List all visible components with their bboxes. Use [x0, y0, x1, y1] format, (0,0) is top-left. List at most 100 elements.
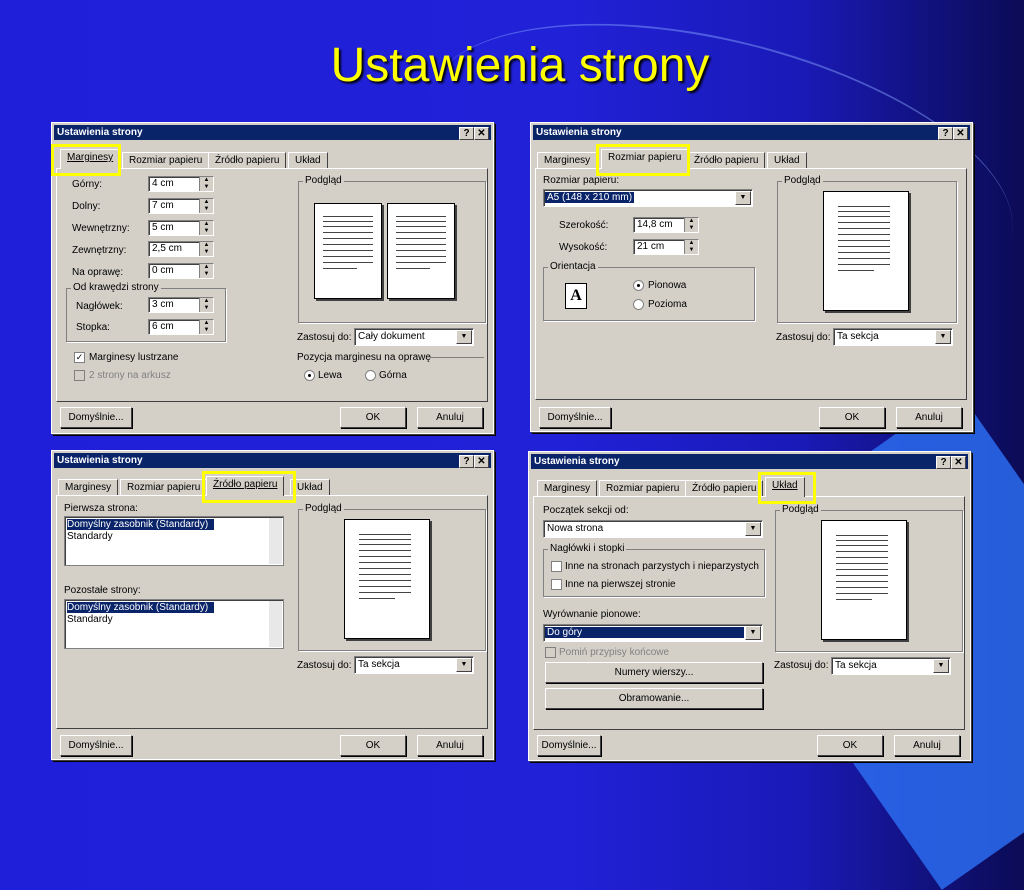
ok-button[interactable]: OK [817, 735, 883, 756]
first-page-label: Inne na pierwszej stronie [565, 579, 676, 590]
odd-even-checkbox[interactable] [551, 561, 562, 572]
dropdown-arrow-icon[interactable]: ▼ [456, 330, 472, 344]
outer-margin-spinner[interactable]: 2,5 cm ▲ ▼ [148, 241, 214, 257]
dropdown-arrow-icon[interactable]: ▼ [745, 626, 761, 640]
tab-layout[interactable]: Układ [767, 152, 807, 169]
default-button[interactable]: Domyślnie... [60, 407, 132, 428]
ok-button[interactable]: OK [340, 735, 406, 756]
default-button[interactable]: Domyślnie... [537, 735, 601, 756]
spinner-arrows-icon[interactable]: ▲ ▼ [199, 264, 213, 278]
tab-paper-size[interactable]: Rozmiar papieru [599, 480, 687, 497]
apply-to-label: Zastosuj do: [297, 660, 352, 671]
first-page-list[interactable]: Domyślny zasobnik (Standardy) Standardy [64, 516, 284, 566]
close-button[interactable]: ✕ [951, 456, 966, 469]
apply-to-combo[interactable]: Ta sekcja ▼ [831, 657, 951, 675]
help-button[interactable]: ? [936, 456, 951, 469]
height-label: Wysokość: [559, 242, 608, 253]
default-button[interactable]: Domyślnie... [60, 735, 132, 756]
apply-to-combo[interactable]: Cały dokument ▼ [354, 328, 474, 346]
width-spinner[interactable]: 14,8 cm ▲ ▼ [633, 217, 699, 233]
gutter-left-radio[interactable] [304, 370, 315, 381]
apply-to-combo[interactable]: Ta sekcja ▼ [833, 328, 953, 346]
dialog-title: Ustawienia strony [536, 127, 622, 138]
slide-title: Ustawienia strony [330, 39, 710, 92]
preview-page [823, 191, 909, 311]
line-numbers-button[interactable]: Numery wierszy... [545, 662, 763, 683]
gutter-left-label: Lewa [318, 370, 342, 381]
top-margin-spinner[interactable]: 4 cm ▲ ▼ [148, 176, 214, 192]
separator [430, 357, 484, 358]
orientation-icon: A [565, 283, 587, 309]
help-button[interactable]: ? [459, 127, 474, 140]
spinner-arrows-icon[interactable]: ▲ ▼ [684, 240, 698, 254]
help-button[interactable]: ? [938, 127, 953, 140]
dropdown-arrow-icon[interactable]: ▼ [933, 659, 949, 673]
help-button[interactable]: ? [459, 455, 474, 468]
cancel-button[interactable]: Anuluj [417, 735, 483, 756]
spinner-arrows-icon[interactable]: ▲ ▼ [199, 221, 213, 235]
dropdown-arrow-icon[interactable]: ▼ [935, 330, 951, 344]
dropdown-arrow-icon[interactable]: ▼ [745, 522, 761, 536]
spinner-arrows-icon[interactable]: ▲ ▼ [199, 177, 213, 191]
bottom-margin-spinner[interactable]: 7 cm ▲ ▼ [148, 198, 214, 214]
ok-button[interactable]: OK [340, 407, 406, 428]
list-item[interactable]: Standardy [67, 531, 113, 542]
list-item[interactable]: Domyślny zasobnik (Standardy) [67, 519, 215, 530]
spinner-arrows-icon[interactable]: ▲ ▼ [199, 320, 213, 334]
close-button[interactable]: ✕ [474, 455, 489, 468]
footer-spinner[interactable]: 6 cm ▲ ▼ [148, 319, 214, 335]
cancel-button[interactable]: Anuluj [417, 407, 483, 428]
mirror-margins-label: Marginesy lustrzane [89, 352, 179, 363]
two-pages-checkbox [74, 370, 85, 381]
spinner-arrows-icon[interactable]: ▲ ▼ [199, 199, 213, 213]
spinner-arrows-icon[interactable]: ▲ ▼ [684, 218, 698, 232]
apply-to-combo[interactable]: Ta sekcja ▼ [354, 656, 474, 674]
header-spinner[interactable]: 3 cm ▲ ▼ [148, 297, 214, 313]
dialog-titlebar: Ustawienia strony ? ✕ [531, 454, 968, 469]
tab-paper-source[interactable]: Źródło papieru [687, 152, 766, 169]
cancel-button[interactable]: Anuluj [894, 735, 960, 756]
borders-button[interactable]: Obramowanie... [545, 688, 763, 709]
close-button[interactable]: ✕ [474, 127, 489, 140]
tab-margins[interactable]: Marginesy [537, 152, 598, 169]
tab-margins[interactable]: Marginesy [537, 480, 598, 497]
dropdown-arrow-icon[interactable]: ▼ [456, 658, 472, 672]
portrait-radio[interactable] [633, 280, 644, 291]
mirror-margins-checkbox[interactable]: ✓ [74, 352, 85, 363]
tab-paper-size[interactable]: Rozmiar papieru [122, 152, 210, 169]
tab-paper-source[interactable]: Źródło papieru [208, 152, 287, 169]
portrait-label: Pionowa [648, 280, 687, 291]
dropdown-arrow-icon[interactable]: ▼ [735, 191, 751, 205]
bottom-margin-label: Dolny: [72, 201, 101, 212]
highlight-box [758, 472, 816, 504]
other-pages-list[interactable]: Domyślny zasobnik (Standardy) Standardy [64, 599, 284, 649]
vertical-alignment-combo[interactable]: Do góry ▼ [543, 624, 763, 642]
dialog-title: Ustawienia strony [57, 127, 143, 138]
cancel-button[interactable]: Anuluj [896, 407, 962, 428]
first-page-checkbox[interactable] [551, 579, 562, 590]
dialog-titlebar: Ustawienia strony ? ✕ [533, 125, 970, 140]
apply-to-label: Zastosuj do: [297, 332, 352, 343]
tab-layout[interactable]: Układ [288, 152, 328, 169]
gutter-top-radio[interactable] [365, 370, 376, 381]
close-button[interactable]: ✕ [953, 127, 968, 140]
section-start-combo[interactable]: Nowa strona ▼ [543, 520, 763, 538]
landscape-radio[interactable] [633, 299, 644, 310]
tab-paper-source[interactable]: Źródło papieru [685, 480, 764, 497]
scrollbar[interactable] [269, 601, 282, 647]
list-item[interactable]: Standardy [67, 614, 113, 625]
gutter-spinner[interactable]: 0 cm ▲ ▼ [148, 263, 214, 279]
spinner-arrows-icon[interactable]: ▲ ▼ [199, 242, 213, 256]
paper-size-combo[interactable]: A5 (148 x 210 mm) ▼ [543, 189, 753, 207]
height-spinner[interactable]: 21 cm ▲ ▼ [633, 239, 699, 255]
section-start-label: Początek sekcji od: [543, 505, 629, 516]
default-button[interactable]: Domyślnie... [539, 407, 611, 428]
ok-button[interactable]: OK [819, 407, 885, 428]
inner-margin-spinner[interactable]: 5 cm ▲ ▼ [148, 220, 214, 236]
scrollbar[interactable] [269, 518, 282, 564]
top-margin-label: Górny: [72, 179, 103, 190]
list-item[interactable]: Domyślny zasobnik (Standardy) [67, 602, 215, 613]
tab-paper-size[interactable]: Rozmiar papieru [120, 479, 208, 496]
tab-margins[interactable]: Marginesy [58, 479, 119, 496]
spinner-arrows-icon[interactable]: ▲ ▼ [199, 298, 213, 312]
